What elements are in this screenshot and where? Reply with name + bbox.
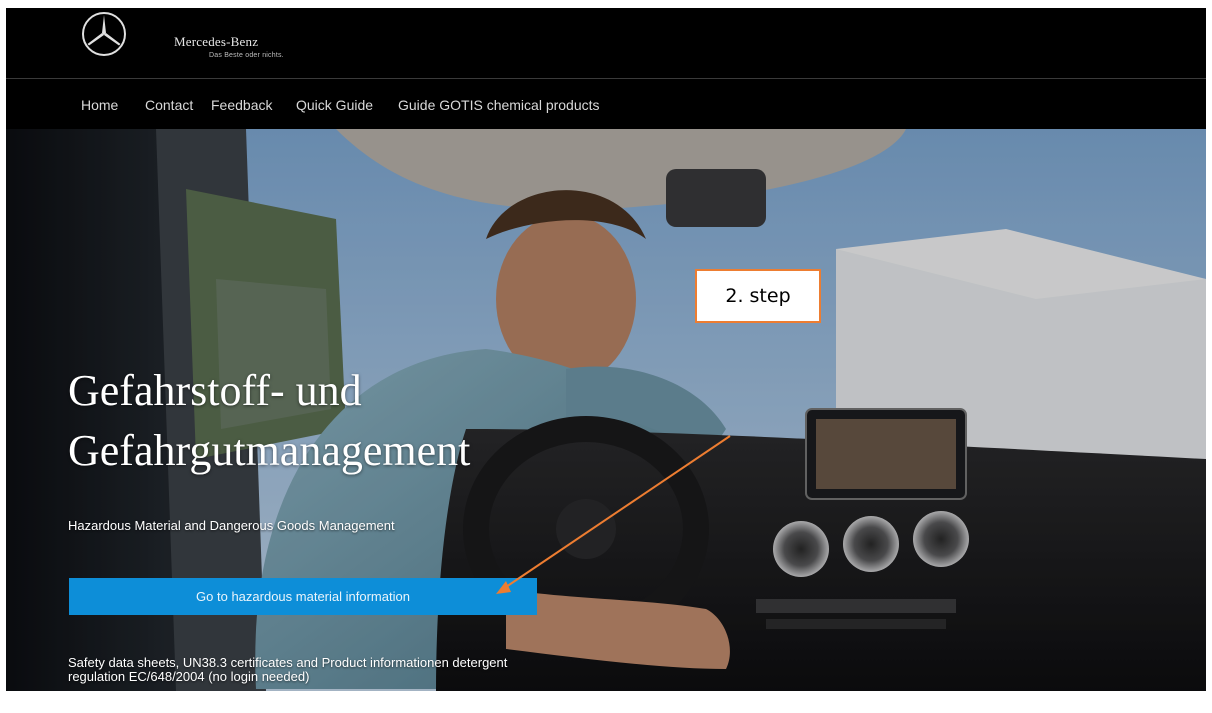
annotation-callout: 2. step: [695, 269, 821, 323]
main-nav: Home Contact Feedback Quick Guide Guide …: [6, 79, 1206, 129]
mercedes-star-icon[interactable]: [80, 10, 128, 58]
nav-item-quick-guide[interactable]: Quick Guide: [296, 97, 373, 113]
hero-note: Safety data sheets, UN38.3 certificates …: [68, 656, 588, 684]
hero-note-line1: Safety data sheets, UN38.3 certificates …: [68, 655, 508, 670]
brand-name: Mercedes-Benz: [174, 34, 259, 49]
hero-subtitle: Hazardous Material and Dangerous Goods M…: [68, 518, 395, 533]
hero-note-line2: regulation EC/648/2004 (no login needed): [68, 669, 310, 684]
nav-item-contact[interactable]: Contact: [145, 97, 193, 113]
nav-item-home[interactable]: Home: [81, 97, 118, 113]
brand-tagline: Das Beste oder nichts.: [209, 52, 284, 59]
hero-title: Gefahrstoff- und Gefahrgutmanagement: [68, 361, 668, 481]
hero-title-line1: Gefahrstoff- und: [68, 366, 362, 415]
nav-item-feedback[interactable]: Feedback: [211, 97, 272, 113]
page-frame: Mercedes-Benz Das Beste oder nichts. Hom…: [6, 8, 1206, 691]
hero-section: Gefahrstoff- und Gefahrgutmanagement Haz…: [6, 129, 1206, 691]
hazardous-material-info-button[interactable]: Go to hazardous material information: [69, 578, 537, 615]
nav-item-guide-gotis[interactable]: Guide GOTIS chemical products: [398, 97, 600, 113]
site-header: Mercedes-Benz Das Beste oder nichts.: [6, 8, 1206, 79]
hero-title-line2: Gefahrgutmanagement: [68, 426, 471, 475]
